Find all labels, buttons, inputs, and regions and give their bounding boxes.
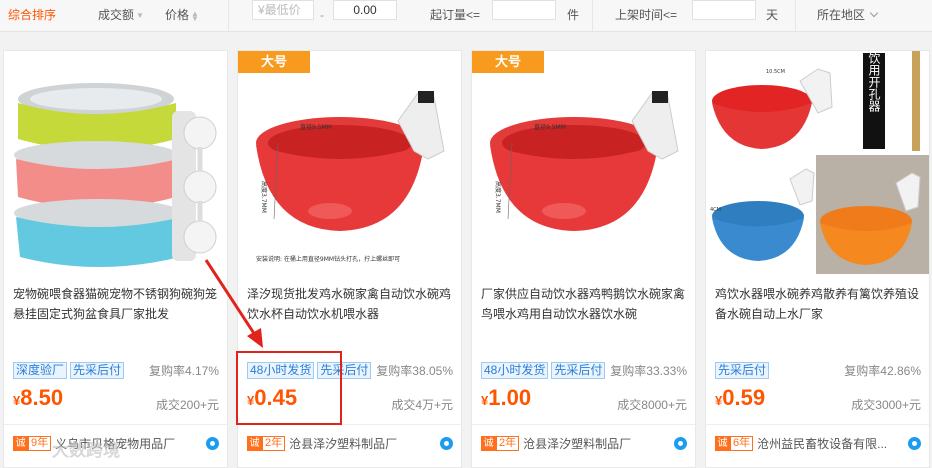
highlight-box bbox=[236, 351, 342, 425]
watermark: 大数跨境 bbox=[52, 441, 120, 460]
annotation-overlay bbox=[204, 259, 263, 348]
search-results-page: 综合排序 成交额 ▼ 价格 ▲ ▼ ¥最低价 - 0.00 起订量<= 件 上架时间<… bbox=[0, 0, 932, 468]
arrow-head-icon bbox=[247, 328, 263, 348]
annotation-arrow-icon bbox=[204, 259, 259, 339]
